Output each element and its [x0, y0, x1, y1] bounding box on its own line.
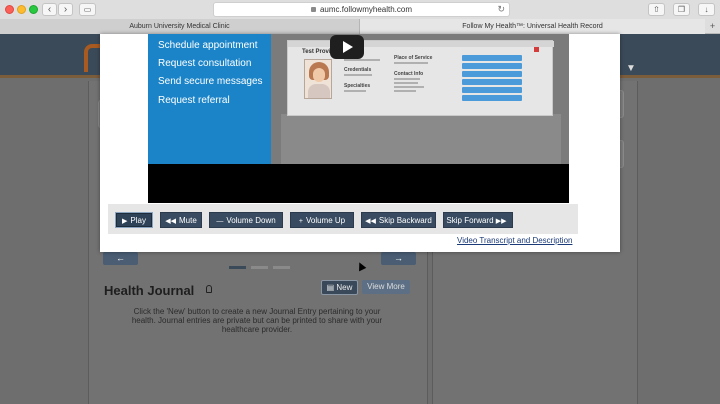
new-tab-button[interactable]: + — [705, 19, 720, 34]
tabs-overview-icon[interactable]: ❐ — [673, 3, 690, 16]
chevron-down-icon[interactable]: ▼ — [624, 62, 638, 76]
provider-card: Test Provi Credentials Specialties Place… — [287, 40, 554, 116]
card-action-link — [462, 79, 522, 85]
minimize-window-button[interactable] — [17, 5, 26, 14]
browser-toolbar: ‹ › ▭ aumc.followmyhealth.com ↻ ⇧ ❐ ↓ — [0, 0, 720, 19]
address-bar[interactable]: aumc.followmyhealth.com ↻ — [213, 2, 510, 17]
skip-forward-button[interactable]: Skip Forward ▶▶ — [443, 212, 513, 228]
mute-button[interactable]: ◀◀ Mute — [160, 212, 202, 228]
card-title: Test Provi — [302, 49, 331, 55]
address-text: aumc.followmyhealth.com — [319, 5, 413, 14]
minus-icon: — — [216, 218, 224, 225]
close-window-button[interactable] — [5, 5, 14, 14]
promo-panel: Schedule appointment Request consultatio… — [148, 34, 271, 164]
zoom-window-button[interactable] — [29, 5, 38, 14]
promo-item: Request consultation — [158, 58, 252, 69]
video-controls: ▶ Play ◀◀ Mute — Volume Down + Volume Up ◀◀ S… — [108, 204, 578, 234]
tab-auburn-clinic[interactable]: Auburn University Medical Clinic — [0, 19, 360, 34]
page-dot-3[interactable] — [273, 266, 290, 269]
browser-chrome: ‹ › ▭ aumc.followmyhealth.com ↻ ⇧ ❐ ↓ Au… — [0, 0, 720, 34]
place-of-service-label: Place of Service — [394, 55, 433, 61]
plus-icon: + — [298, 218, 303, 225]
volume-up-button[interactable]: + Volume Up — [290, 212, 354, 228]
rewind-icon: ◀◀ — [365, 218, 376, 225]
speaker-icon: ◀◀ — [165, 218, 176, 225]
card-action-link — [462, 95, 522, 101]
video-frame-background — [281, 114, 561, 164]
back-button[interactable]: ‹ — [42, 3, 57, 16]
clinic-logo — [84, 44, 100, 72]
card-action-link — [462, 87, 522, 93]
reload-icon[interactable]: ↻ — [497, 3, 505, 16]
contact-info-label: Contact Info — [394, 71, 424, 77]
card-action-link — [462, 71, 522, 77]
forward-button[interactable]: › — [58, 3, 73, 16]
specialties-label: Specialties — [344, 83, 371, 89]
volume-down-button[interactable]: — Volume Down — [209, 212, 283, 228]
lightbulb-icon[interactable] — [206, 285, 212, 293]
play-icon: ▶ — [122, 218, 128, 225]
sidebar-icon[interactable]: ▭ — [79, 3, 96, 16]
play-video-icon[interactable] — [330, 35, 364, 59]
video-transcript-link[interactable]: Video Transcript and Description — [457, 236, 572, 245]
lock-icon — [310, 7, 316, 12]
next-button[interactable]: → — [381, 252, 416, 265]
credentials-label: Credentials — [344, 67, 372, 73]
video-modal: Schedule appointment Request consultatio… — [100, 34, 620, 252]
provider-photo — [304, 59, 332, 99]
close-icon — [534, 47, 539, 52]
new-journal-button[interactable]: ▤ New — [321, 280, 358, 295]
video-frame-screen: Test Provi Credentials Specialties Place… — [271, 34, 569, 164]
tab-follow-my-health[interactable]: Follow My Health™: Universal Health Reco… — [360, 19, 705, 34]
promo-item: Send secure messages — [158, 76, 263, 87]
journal-description: Click the 'New' button to create a new J… — [131, 307, 383, 334]
promo-item: Request referral — [158, 95, 230, 106]
fast-forward-icon: ▶▶ — [495, 218, 507, 225]
play-button[interactable]: ▶ Play — [115, 212, 153, 228]
new-icon: ▤ — [326, 283, 337, 292]
page-dot-1[interactable] — [229, 266, 246, 269]
video-player[interactable]: Schedule appointment Request consultatio… — [148, 34, 569, 203]
promo-item: Schedule appointment — [158, 40, 258, 51]
share-icon[interactable]: ⇧ — [648, 3, 665, 16]
card-tab-bar — [288, 41, 554, 47]
skip-backward-button[interactable]: ◀◀ Skip Backward — [361, 212, 436, 228]
health-journal-title: Health Journal — [104, 283, 195, 298]
card-action-link — [462, 55, 522, 61]
card-action-link — [462, 63, 522, 69]
pager-dots — [229, 256, 295, 274]
view-more-button[interactable]: View More — [362, 280, 410, 294]
page-dot-2[interactable] — [251, 266, 268, 269]
tab-bar: Auburn University Medical Clinic Follow … — [0, 19, 720, 34]
previous-button[interactable]: ← — [103, 252, 138, 265]
new-label: New — [336, 283, 353, 292]
download-icon[interactable]: ↓ — [698, 3, 715, 16]
